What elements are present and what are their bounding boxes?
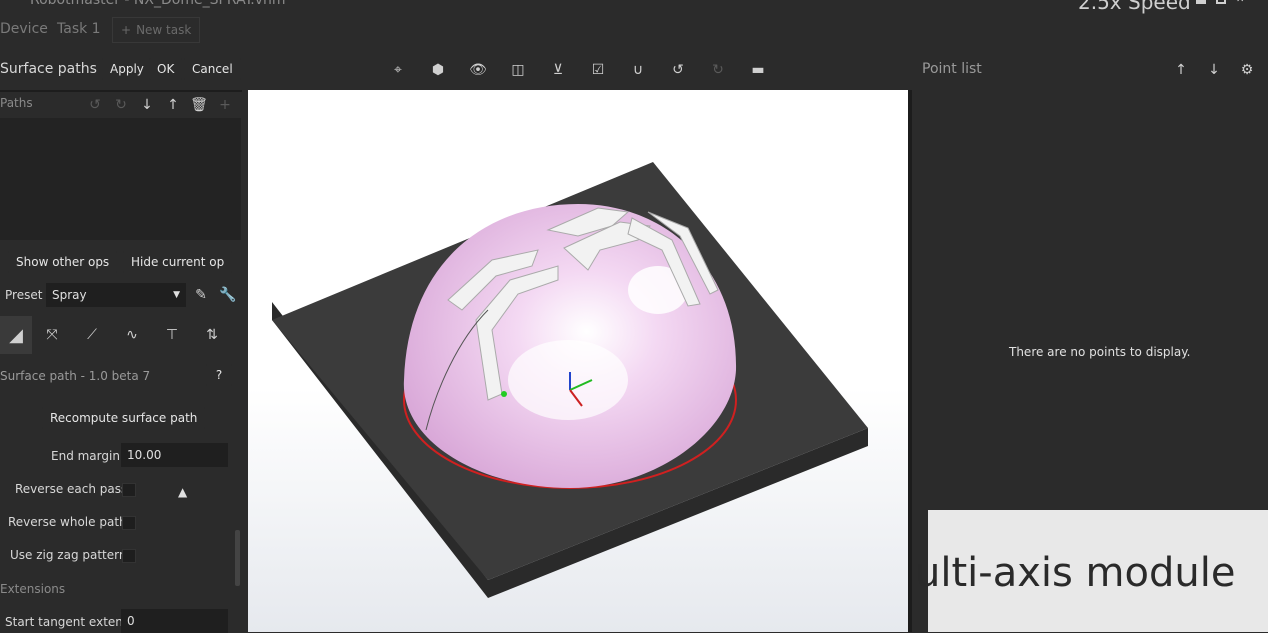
solid-view-icon[interactable]: ⬢ — [425, 57, 451, 83]
swap-vertical-icon[interactable]: ⇅ — [192, 316, 232, 354]
point-list-area — [914, 90, 1268, 510]
ruler-icon[interactable]: ▬ — [745, 57, 771, 83]
start-tangent-label: Start tangent extens — [5, 615, 130, 629]
reverse-each-pass-checkbox[interactable] — [122, 483, 136, 497]
3d-viewport[interactable] — [248, 90, 908, 632]
checkbox-icon[interactable]: ☑ — [585, 57, 611, 83]
zig-zag-label: Use zig zag pattern — [10, 548, 127, 562]
viewport-toolbar: ⌖ ⬢ 👁 ◫ ⊻ ☑ ∪ ↺ ↻ ▬ — [385, 57, 771, 83]
scene-svg — [272, 162, 868, 598]
plus-icon: + — [121, 23, 132, 37]
paths-toolbar: ↺ ↻ ↓ ↑ 🗑 + — [82, 92, 238, 118]
curve-path-icon[interactable]: ∿ — [112, 316, 152, 354]
point-list-title: Point list — [922, 61, 982, 77]
filter-icon[interactable]: ⊻ — [545, 57, 571, 83]
reverse-each-pass-label: Reverse each pass — [15, 482, 128, 496]
new-task-button[interactable]: + New task — [112, 17, 201, 43]
redo-view-icon[interactable]: ↻ — [705, 57, 731, 83]
ok-button[interactable]: OK — [149, 58, 183, 80]
magnet-icon[interactable]: ∪ — [625, 57, 651, 83]
paths-list[interactable] — [0, 118, 241, 240]
help-button[interactable]: ? — [206, 364, 232, 386]
panel-title: Surface paths — [0, 61, 97, 77]
undo-view-icon[interactable]: ↺ — [665, 57, 691, 83]
maximize-icon[interactable] — [1216, 0, 1226, 4]
reverse-whole-path-checkbox[interactable] — [122, 516, 136, 530]
preset-label: Preset — [5, 288, 43, 302]
chevron-down-icon: ▼ — [173, 290, 180, 300]
redo-icon[interactable]: ↻ — [108, 92, 134, 118]
start-tangent-field[interactable]: 0 — [121, 609, 228, 633]
cancel-button[interactable]: Cancel — [184, 58, 241, 80]
align-top-icon[interactable]: ⊤ — [152, 316, 192, 354]
eye-icon[interactable]: 👁 — [465, 57, 491, 83]
add-icon[interactable]: + — [212, 92, 238, 118]
wireframe-cube-icon[interactable]: ◫ — [505, 57, 531, 83]
dome-highlight-2 — [508, 340, 628, 420]
move-down-icon[interactable]: ↓ — [134, 92, 160, 118]
paths-label: Paths — [0, 96, 33, 110]
caption-text: ulti-axis module — [915, 550, 1236, 596]
preset-value: Spray — [52, 288, 87, 302]
left-scrollbar[interactable] — [235, 530, 240, 586]
mouse-cursor-icon: ▲ — [178, 485, 188, 499]
move-up-point-icon[interactable]: ↑ — [1168, 57, 1194, 83]
window-controls: ✕ — [1196, 0, 1246, 5]
new-task-label: New task — [136, 23, 192, 37]
preset-select[interactable]: Spray ▼ — [46, 283, 186, 307]
trash-icon[interactable]: 🗑 — [186, 92, 212, 118]
minimize-icon[interactable] — [1196, 0, 1206, 4]
app-title: Robotmaster - NX_Dome_SPRAY.vnm — [30, 0, 286, 8]
pencil-icon[interactable]: ✎ — [188, 282, 214, 308]
gear-icon[interactable]: ⚙ — [1234, 57, 1260, 83]
wrench-icon[interactable]: 🔧 — [215, 282, 241, 308]
extensions-label: Extensions — [0, 582, 66, 596]
apply-button[interactable]: Apply — [102, 58, 152, 80]
op-type-toolbar: ◢ ⤧ ⟋ ∿ ⊤ ⇅ — [0, 316, 232, 354]
empty-points-message: There are no points to display. — [1009, 345, 1191, 359]
recompute-button[interactable]: Recompute surface path — [42, 407, 206, 429]
tool-icon[interactable]: ⟋ — [72, 316, 112, 354]
move-up-icon[interactable]: ↑ — [160, 92, 186, 118]
reverse-whole-path-label: Reverse whole path — [8, 515, 127, 529]
move-down-point-icon[interactable]: ↓ — [1201, 57, 1227, 83]
spray-gun-icon[interactable]: ⤧ — [32, 316, 72, 354]
end-margin-field[interactable]: 10.00 — [121, 443, 228, 467]
undo-icon[interactable]: ↺ — [82, 92, 108, 118]
start-point-marker[interactable] — [501, 391, 507, 397]
end-margin-label: End margin — [51, 449, 120, 463]
version-label: Surface path - 1.0 beta 7 — [0, 369, 151, 383]
show-other-ops-button[interactable]: Show other ops — [8, 251, 118, 273]
hide-current-op-button[interactable]: Hide current op — [123, 251, 233, 273]
close-icon[interactable]: ✕ — [1236, 0, 1246, 5]
fit-view-icon[interactable]: ⌖ — [385, 57, 411, 83]
viewport-right-divider — [908, 90, 912, 632]
tab-task-1[interactable]: Task 1 — [57, 21, 101, 37]
surface-path-icon[interactable]: ◢ — [0, 316, 32, 354]
zig-zag-checkbox[interactable] — [122, 549, 136, 563]
tab-device[interactable]: Device — [0, 21, 48, 37]
speed-badge: 2.5x Speed — [1078, 0, 1191, 14]
